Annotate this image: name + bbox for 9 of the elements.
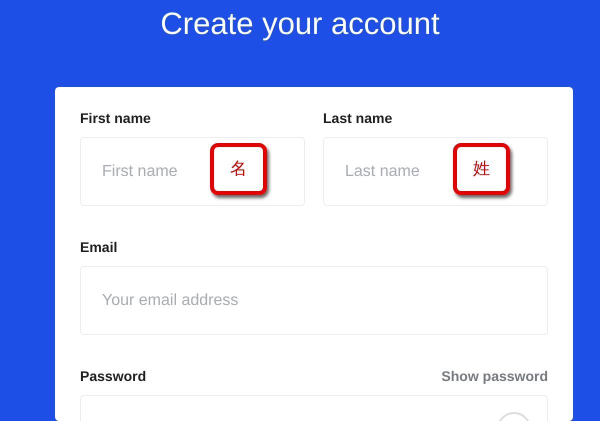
annotation-label: 姓 (453, 143, 510, 195)
annotation-label: 名 (210, 143, 267, 195)
field-label: Email (80, 238, 118, 256)
field-label: Password (80, 367, 146, 385)
show-password-link[interactable]: Show password (441, 367, 548, 385)
field-label: First name (80, 109, 151, 127)
page-title: Create your account (160, 5, 440, 43)
email-input[interactable]: Your email address (80, 266, 548, 335)
field-label: Last name (323, 109, 392, 127)
